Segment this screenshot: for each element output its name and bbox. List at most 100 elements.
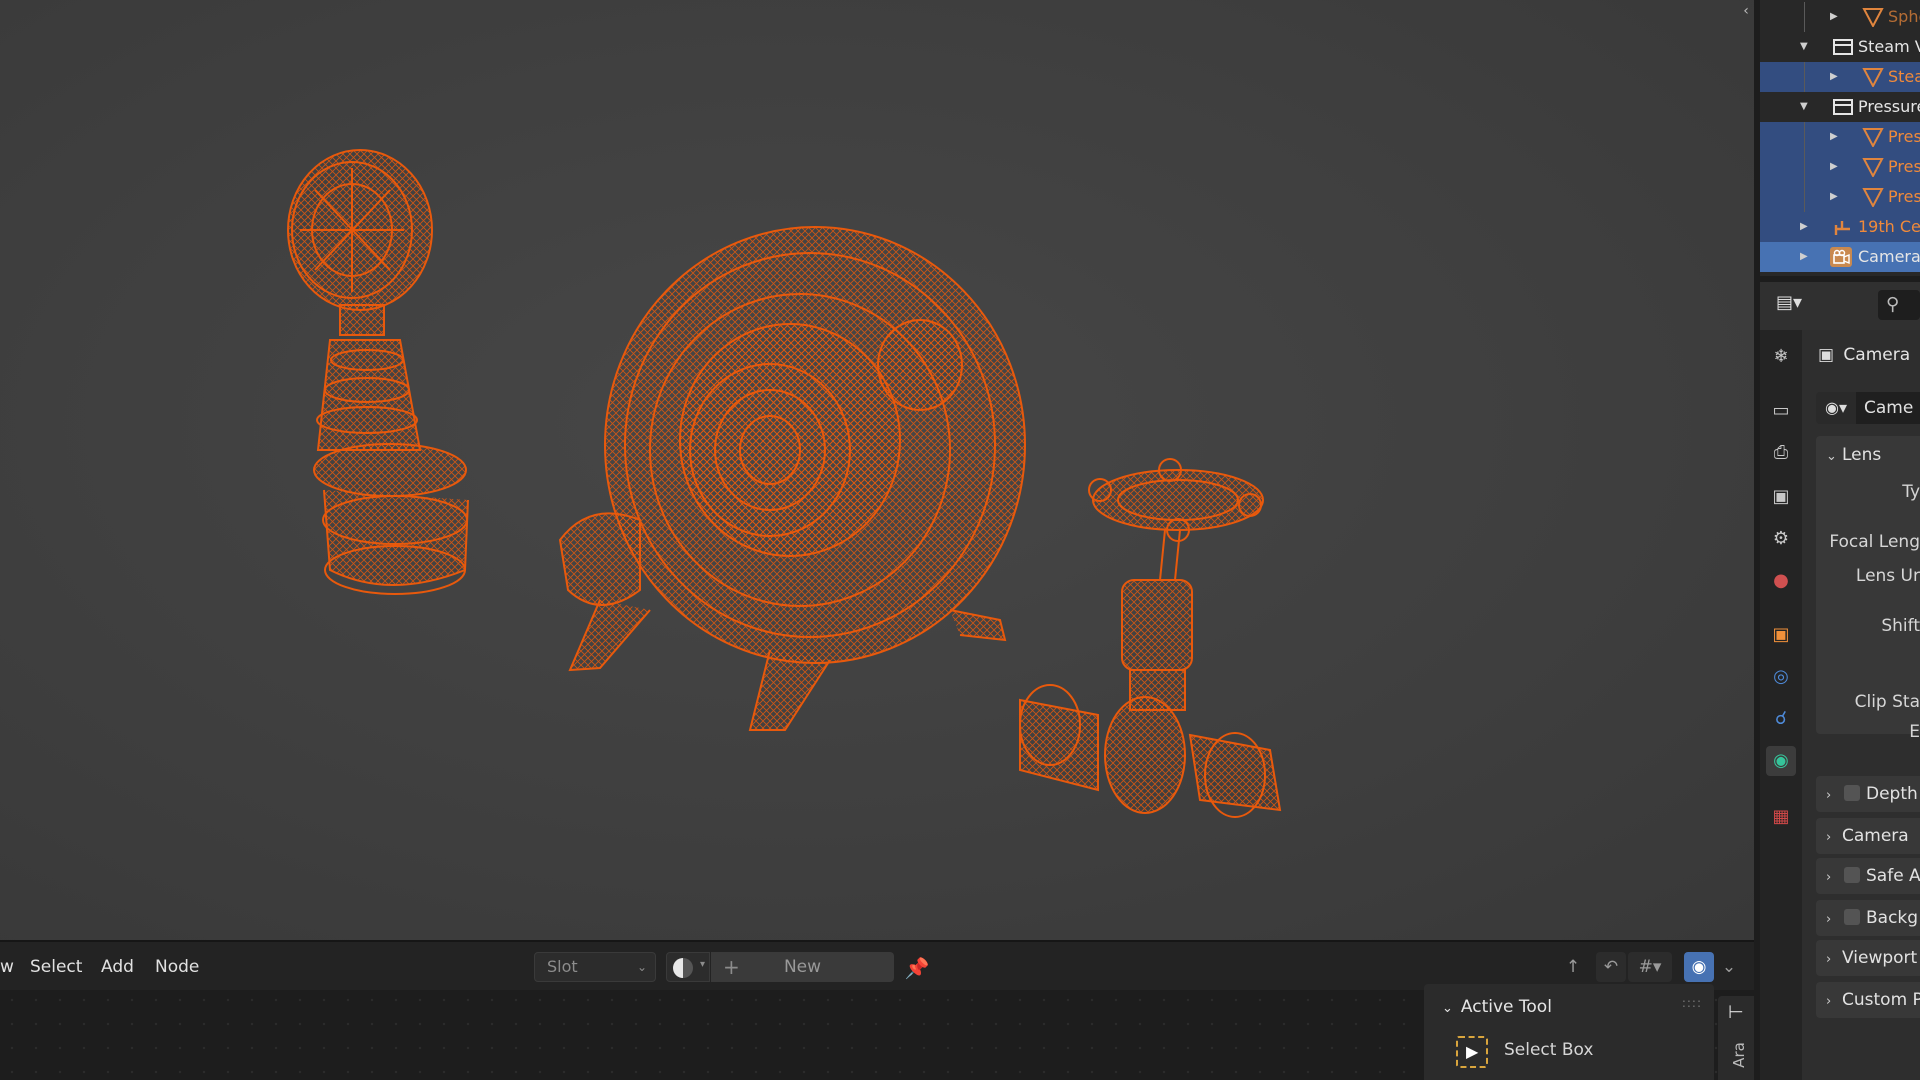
pressure-gauge-object[interactable]: [287, 149, 469, 595]
object-name: Camera: [1843, 345, 1911, 365]
select-box-tool-icon[interactable]: ▶: [1456, 1036, 1488, 1068]
camera-data-tab-icon[interactable]: ◉: [1766, 746, 1796, 776]
menu-add[interactable]: Add: [101, 942, 134, 992]
lens-panel-header[interactable]: ⌄ Lens: [1826, 440, 1881, 470]
expand-arrow-icon[interactable]: ▶: [1800, 212, 1808, 242]
mesh-icon: [1862, 67, 1884, 89]
overlays-icon[interactable]: ◉: [1684, 952, 1714, 982]
outliner-row[interactable]: ▶ Pres: [1760, 122, 1920, 152]
expand-arrow-icon[interactable]: ▶: [1830, 2, 1838, 32]
chevron-right-icon: ›: [1826, 788, 1832, 803]
outliner-label: Pres: [1888, 127, 1920, 146]
snap-grid-icon[interactable]: #▾: [1628, 952, 1672, 982]
panel-header[interactable]: › Backg: [1826, 903, 1918, 933]
camera-data-name[interactable]: Came: [1856, 392, 1920, 424]
expand-arrow-icon[interactable]: ▶: [1830, 122, 1838, 152]
outliner-row[interactable]: ▶ Camera: [1760, 242, 1920, 272]
steam-valve-wheel-object[interactable]: [558, 226, 1026, 731]
editor-type-icon[interactable]: ▤▾: [1776, 292, 1816, 320]
panel-header[interactable]: › Custom P: [1826, 985, 1920, 1015]
pin-icon[interactable]: 📌: [904, 955, 930, 981]
outliner-row[interactable]: ▶ Pres: [1760, 182, 1920, 212]
camera-data-selector[interactable]: ◉▾ Came: [1816, 392, 1920, 424]
tree-line: [1804, 122, 1805, 152]
parent-node-tree-icon[interactable]: ↑: [1558, 952, 1588, 982]
collapse-arrow-icon[interactable]: ▼: [1800, 32, 1808, 62]
properties-main: ▣ Camera ◉▾ Came ⌄ Lens Ty Focal Leng Lens…: [1802, 330, 1920, 1080]
view-layer-tab-icon[interactable]: ▣: [1766, 482, 1796, 512]
world-tab-icon[interactable]: ●: [1766, 566, 1796, 596]
outliner-row[interactable]: ▶ Pres: [1760, 152, 1920, 182]
tool-settings-tab-icon[interactable]: ❄: [1766, 342, 1796, 372]
tool-tab-icon[interactable]: ⊢: [1728, 1002, 1744, 1028]
chevron-left-icon[interactable]: ‹: [1738, 0, 1754, 22]
active-tool-header[interactable]: ⌄ Active Tool: [1442, 994, 1552, 1020]
safe-areas-panel[interactable]: › Safe A: [1816, 858, 1920, 894]
depth-of-field-panel[interactable]: › Depth: [1816, 776, 1920, 812]
chevron-down-icon: ⌄: [636, 960, 647, 974]
object-name-row: ▣ Camera: [1818, 340, 1910, 370]
material-sphere-icon: [673, 958, 693, 978]
overlays-dropdown-icon[interactable]: ⌄: [1716, 952, 1742, 982]
safe-areas-checkbox[interactable]: [1844, 867, 1860, 883]
panel-header[interactable]: › Depth: [1826, 779, 1918, 809]
slot-label: Slot: [547, 957, 578, 976]
plus-icon: +: [723, 955, 740, 979]
depth-of-field-checkbox[interactable]: [1844, 785, 1860, 801]
snap-icon[interactable]: ↶: [1596, 952, 1626, 982]
object-square-icon: ▣: [1818, 345, 1835, 365]
output-tab-icon[interactable]: ⎙: [1766, 438, 1796, 468]
camera-panel[interactable]: › Camera: [1816, 818, 1920, 854]
expand-arrow-icon[interactable]: ▶: [1800, 242, 1808, 272]
panel-header[interactable]: › Safe A: [1826, 861, 1920, 891]
tree-line: [1804, 62, 1805, 92]
outliner-label: 19th Ce: [1858, 217, 1920, 236]
new-material-button[interactable]: + New: [711, 952, 894, 982]
outliner-label: Pres: [1888, 187, 1920, 206]
clip-start-label: Clip Sta: [1854, 692, 1920, 712]
expand-arrow-icon[interactable]: ▶: [1830, 152, 1838, 182]
material-browse-button[interactable]: ▾: [666, 952, 710, 982]
menu-select[interactable]: Select: [30, 942, 82, 992]
chevron-down-icon: ▾: [699, 959, 705, 970]
outliner-row[interactable]: ▶ Stea: [1760, 62, 1920, 92]
viewport-display-panel[interactable]: › Viewport: [1816, 940, 1920, 976]
node-editor-header: w Select Add Node Slot ⌄ ▾ + New 📌 ↑ ↶ #…: [0, 940, 1754, 990]
constraints-tab-icon[interactable]: ☌: [1766, 704, 1796, 734]
panel-title: Safe A: [1866, 866, 1920, 886]
tree-line: [1804, 182, 1805, 212]
outliner-row[interactable]: ▼ Steam V: [1760, 32, 1920, 62]
background-images-panel[interactable]: › Backg: [1816, 900, 1920, 936]
outliner-label: Pres: [1888, 157, 1920, 176]
outliner-label: Camera: [1858, 247, 1920, 266]
outliner-label: Sphe: [1888, 7, 1920, 26]
panel-header[interactable]: › Camera: [1826, 821, 1909, 851]
texture-tab-icon[interactable]: ▦: [1766, 802, 1796, 832]
outliner-row[interactable]: ▼ Pressure: [1760, 92, 1920, 122]
3d-viewport[interactable]: ‹: [0, 0, 1754, 940]
physics-tab-icon[interactable]: ◎: [1766, 662, 1796, 692]
camera-data-browse-icon[interactable]: ◉▾: [1816, 392, 1856, 424]
lens-panel-title: Lens: [1842, 445, 1882, 465]
search-icon[interactable]: ⚲: [1878, 290, 1920, 320]
background-images-checkbox[interactable]: [1844, 909, 1860, 925]
collapse-arrow-icon[interactable]: ▼: [1800, 92, 1808, 122]
drag-grip-icon[interactable]: ::::: [1682, 996, 1702, 1010]
object-tab-icon[interactable]: ▣: [1766, 620, 1796, 650]
stop-valve-object[interactable]: [1019, 458, 1282, 818]
panel-header[interactable]: › Viewport: [1826, 943, 1917, 973]
outliner-row[interactable]: ▶ Sphe: [1760, 2, 1920, 32]
menu-node[interactable]: Node: [155, 942, 199, 992]
menu-view[interactable]: w: [0, 942, 14, 992]
render-tab-icon[interactable]: ▭: [1766, 396, 1796, 426]
clip-end-label: E: [1909, 722, 1920, 742]
sidebar-tab-label[interactable]: Ara: [1730, 1042, 1748, 1068]
slot-dropdown[interactable]: Slot ⌄: [534, 952, 656, 982]
mesh-icon: [1862, 127, 1884, 149]
expand-arrow-icon[interactable]: ▶: [1830, 182, 1838, 212]
outliner-row[interactable]: ▶ 19th Ce: [1760, 212, 1920, 242]
outliner: ▶ Sphe ▼ Steam V ▶ Stea ▼ Pressure ▶ Pre…: [1760, 0, 1920, 276]
expand-arrow-icon[interactable]: ▶: [1830, 62, 1838, 92]
custom-properties-panel[interactable]: › Custom P: [1816, 982, 1920, 1018]
scene-tab-icon[interactable]: ⚙: [1766, 524, 1796, 554]
